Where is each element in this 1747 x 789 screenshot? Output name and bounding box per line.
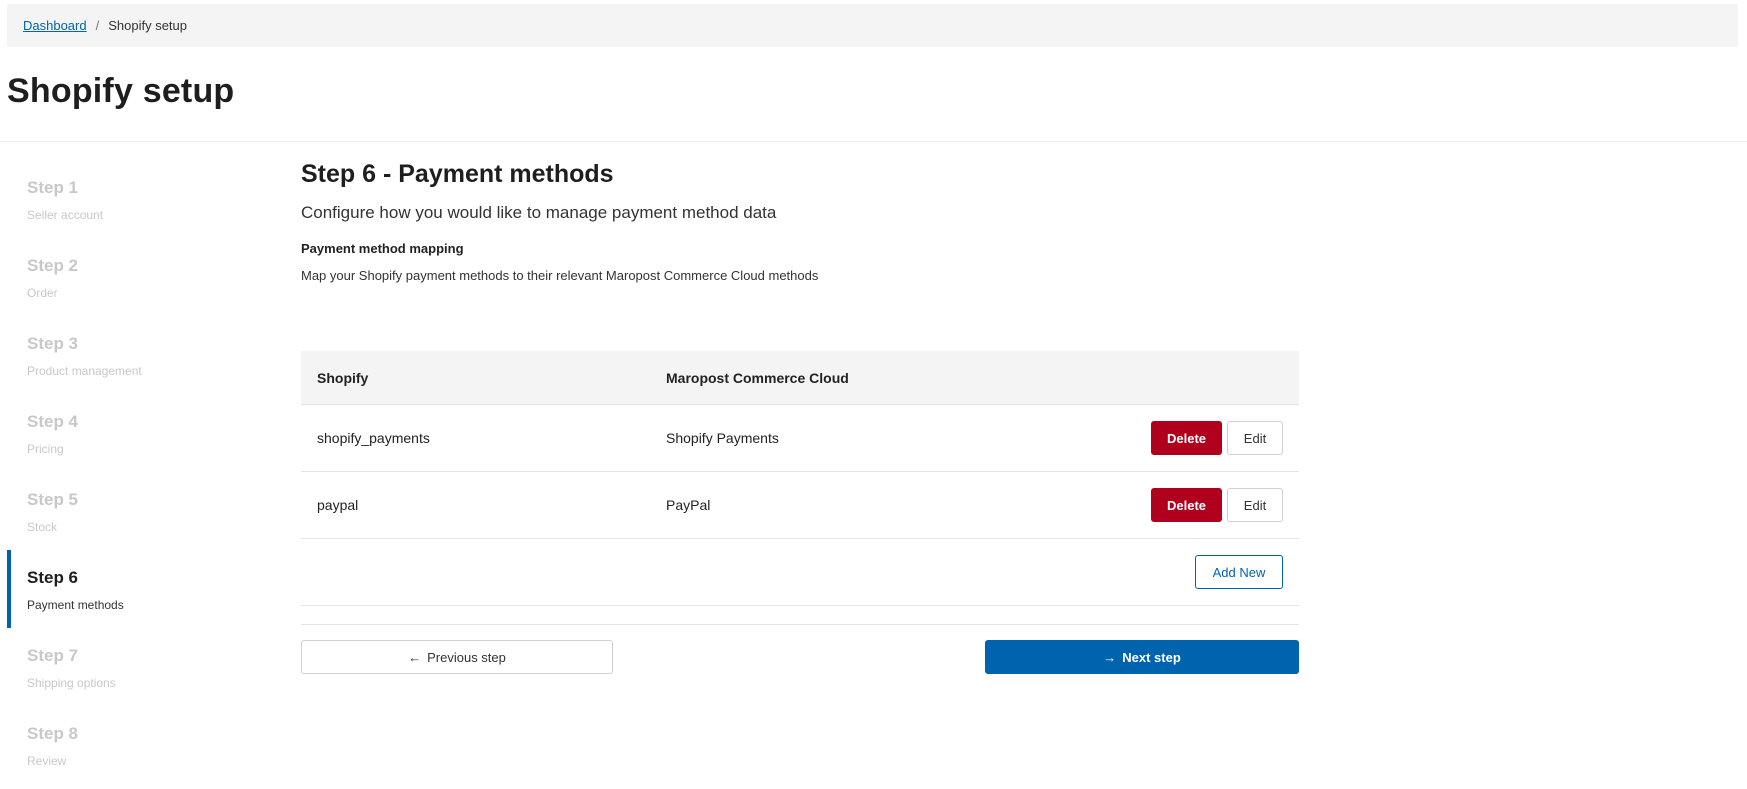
step-title: Step 7 (27, 646, 79, 665)
breadcrumb: Dashboard / Shopify setup (7, 4, 1738, 47)
step-2[interactable]: Step 2 Order (7, 238, 247, 316)
arrow-left-icon: ← (408, 649, 422, 665)
step-title: Step 5 (27, 490, 79, 509)
step-subtitle: Pricing (27, 442, 64, 456)
maropost-method-cell: Shopify Payments (666, 430, 779, 446)
step-title: Step 4 (27, 412, 79, 431)
section-description: Configure how you would like to manage p… (301, 203, 777, 222)
title-divider (0, 141, 1747, 142)
previous-step-label: Previous step (427, 649, 506, 665)
add-new-button[interactable]: Add New (1195, 555, 1283, 589)
page-title: Shopify setup (7, 72, 235, 110)
step-title: Step 8 (27, 724, 79, 743)
delete-button[interactable]: Delete (1151, 421, 1222, 455)
step-6[interactable]: Step 6 Payment methods (7, 550, 247, 628)
main-content: Step 6 - Payment methods Configure how y… (301, 160, 1299, 674)
maropost-method-cell: PayPal (666, 497, 711, 513)
steps-sidebar: Step 1 Seller account Step 2 Order Step … (7, 160, 247, 784)
step-subtitle: Shipping options (27, 676, 116, 690)
mapping-label: Payment method mapping (301, 241, 464, 256)
step-title: Step 2 (27, 256, 79, 275)
section-title: Step 6 - Payment methods (301, 160, 614, 188)
step-title: Step 1 (27, 178, 79, 197)
nav-divider (301, 624, 1299, 625)
breadcrumb-dashboard-link[interactable]: Dashboard (23, 18, 87, 33)
table-row: shopify_payments Shopify Payments Delete… (301, 405, 1299, 472)
delete-button[interactable]: Delete (1151, 488, 1222, 522)
step-subtitle: Review (27, 754, 67, 768)
next-step-button[interactable]: → Next step (985, 640, 1299, 674)
mapping-description: Map your Shopify payment methods to thei… (301, 268, 819, 283)
step-subtitle: Product management (27, 364, 142, 378)
add-row: Add New (301, 539, 1299, 606)
table-row: paypal PayPal Delete Edit (301, 472, 1299, 539)
step-4[interactable]: Step 4 Pricing (7, 394, 247, 472)
shopify-method-cell: paypal (317, 497, 359, 513)
step-1[interactable]: Step 1 Seller account (7, 160, 247, 238)
row-actions: Delete Edit (1151, 488, 1283, 522)
step-5[interactable]: Step 5 Stock (7, 472, 247, 550)
step-subtitle: Seller account (27, 208, 104, 222)
step-3[interactable]: Step 3 Product management (7, 316, 247, 394)
add-actions: Add New (1195, 555, 1283, 589)
row-actions: Delete Edit (1151, 421, 1283, 455)
next-step-label: Next step (1122, 649, 1181, 665)
step-8[interactable]: Step 8 Review (7, 706, 247, 784)
step-subtitle: Stock (27, 520, 58, 534)
shopify-method-cell: shopify_payments (317, 430, 430, 446)
step-title: Step 6 (27, 568, 79, 587)
step-subtitle: Order (27, 286, 58, 300)
column-header-maropost: Maropost Commerce Cloud (666, 369, 849, 386)
edit-button[interactable]: Edit (1227, 488, 1283, 522)
column-header-shopify: Shopify (317, 369, 369, 386)
breadcrumb-separator: / (95, 18, 100, 33)
table-header: Shopify Maropost Commerce Cloud (301, 351, 1299, 405)
arrow-right-icon: → (1103, 649, 1117, 665)
previous-step-button[interactable]: ← Previous step (301, 640, 613, 674)
payment-mapping-table: Shopify Maropost Commerce Cloud shopify_… (301, 351, 1299, 606)
step-subtitle: Payment methods (27, 598, 124, 612)
breadcrumb-current: Shopify setup (108, 18, 188, 33)
edit-button[interactable]: Edit (1227, 421, 1283, 455)
step-7[interactable]: Step 7 Shipping options (7, 628, 247, 706)
step-title: Step 3 (27, 334, 79, 353)
